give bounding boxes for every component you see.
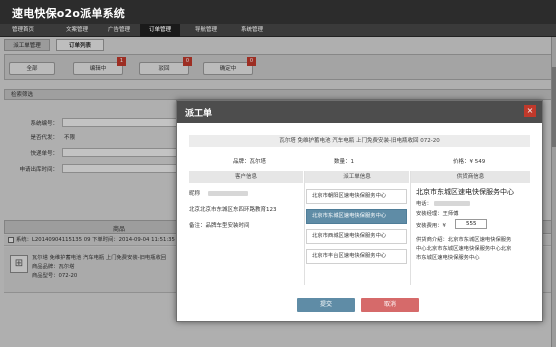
modal-title: 派工单 — [185, 109, 213, 119]
app-header: 速电快保o2o派单系统 — [0, 0, 556, 24]
nav-item-system[interactable]: 系统管理 — [232, 24, 272, 37]
nav-item-copy[interactable]: 文案管理 — [58, 24, 96, 37]
provider-info-header: 供货商信息 — [411, 171, 530, 183]
install-fee-input[interactable]: 555 — [455, 219, 487, 229]
customer-info-header: 客户信息 — [189, 171, 303, 183]
nav-item-orders[interactable]: 订单管理 — [140, 24, 180, 37]
customer-name-redacted — [207, 191, 248, 196]
customer-address: 北京北京市东城区东四环路教育123 — [189, 207, 277, 213]
nav-item-home[interactable]: 管理首页 — [4, 24, 42, 37]
nav-item-ads[interactable]: 广告管理 — [100, 24, 138, 37]
provider-phone-row: 电话： — [416, 199, 470, 207]
product-quantity: 数量：1 — [334, 159, 354, 165]
provider-name: 北京市东城区速电快保服务中心 — [416, 188, 514, 196]
service-center-option[interactable]: 北京市丰台区速电快保服务中心 — [306, 249, 407, 264]
column-divider — [410, 171, 411, 285]
cancel-button[interactable]: 取消 — [361, 298, 419, 312]
provider-contact: 安装经理：王师傅 — [416, 211, 459, 217]
service-center-option[interactable]: 北京市西城区速电快保服务中心 — [306, 229, 407, 244]
product-brand: 品牌：瓦尔塔 — [233, 159, 267, 165]
app-title: 速电快保o2o派单系统 — [12, 7, 125, 20]
dispatch-info-header: 派工单信息 — [305, 171, 409, 183]
dispatch-order-modal: 派工单 × 瓦尔塔 免维护蓄电池 汽车电瓶 上门免费安装-旧电瓶收回 072-2… — [176, 100, 543, 322]
submit-button[interactable]: 提交 — [297, 298, 355, 312]
modal-header: 派工单 × — [177, 101, 542, 123]
customer-note: 备注：品牌车型安装时间 — [189, 223, 250, 229]
customer-name-row: 昵称 — [189, 189, 248, 197]
service-center-option[interactable]: 北京市朝阳区速电快保服务中心 — [306, 189, 407, 204]
service-center-option-selected[interactable]: 北京市东城区速电快保服务中心 — [306, 209, 407, 224]
provider-desc-line-3: 市东城区速电快保服务中心 — [416, 255, 480, 261]
customer-name-label: 昵称 — [189, 191, 201, 197]
product-banner: 瓦尔塔 免维护蓄电池 汽车电瓶 上门免费安装-旧电瓶收回 072-20 — [189, 135, 530, 147]
nav-item-navigation[interactable]: 导航管理 — [186, 24, 226, 37]
main-nav: 管理首页 文案管理 广告管理 订单管理 导航管理 系统管理 — [0, 24, 556, 37]
provider-desc-line-2: 中心北京市东城区速电快保服务中心北京 — [416, 246, 512, 252]
provider-phone-label: 电话： — [416, 201, 432, 207]
product-price: 价格：¥ 549 — [453, 159, 486, 165]
column-divider — [304, 171, 305, 285]
close-icon[interactable]: × — [524, 105, 536, 117]
provider-desc-line-1: 供货商介绍：北京市东城区速电快保服务 — [416, 237, 512, 243]
install-fee-label: 安装费用：¥ — [416, 223, 446, 229]
provider-phone-redacted — [433, 201, 470, 206]
